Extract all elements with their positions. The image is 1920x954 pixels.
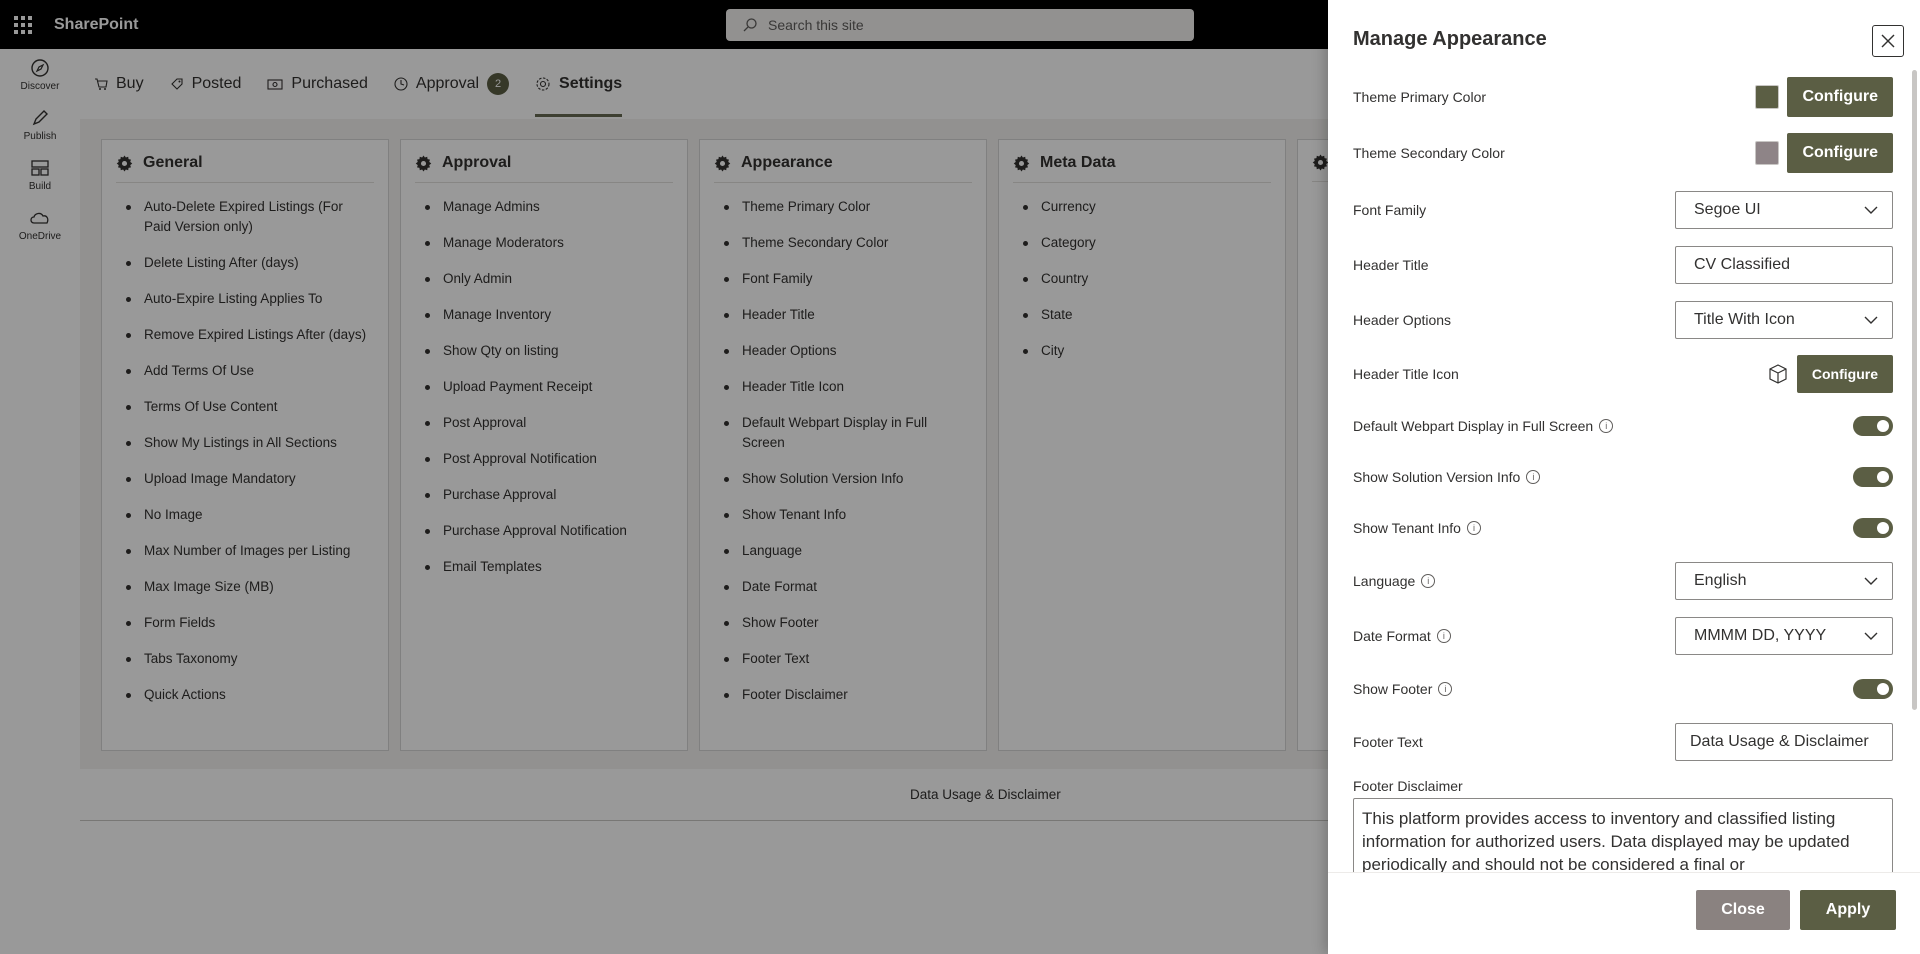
version-info-toggle[interactable]	[1853, 467, 1893, 487]
language-dropdown[interactable]: English	[1675, 562, 1893, 600]
manage-appearance-panel: Manage Appearance Theme Primary Color Co…	[1328, 0, 1920, 954]
row-theme-primary-color: Theme Primary Color Configure	[1353, 70, 1893, 124]
field-label: Header Title	[1353, 257, 1429, 273]
row-date-format: Date Format i MMMM DD, YYYY	[1353, 608, 1893, 664]
field-label: Show Footer	[1353, 681, 1433, 697]
field-label: Theme Primary Color	[1353, 89, 1487, 105]
field-label: Show Solution Version Info	[1353, 469, 1521, 485]
row-fullscreen: Default Webpart Display in Full Screen i	[1353, 400, 1893, 452]
secondary-color-swatch[interactable]	[1755, 141, 1780, 165]
info-icon[interactable]: i	[1526, 470, 1541, 484]
field-label: Footer Text	[1353, 734, 1423, 750]
field-label: Footer Disclaimer	[1353, 778, 1463, 794]
field-label: Header Options	[1353, 312, 1452, 328]
date-format-dropdown[interactable]: MMMM DD, YYYY	[1675, 617, 1893, 655]
info-icon[interactable]: i	[1421, 574, 1436, 588]
configure-secondary-color-button[interactable]: Configure	[1787, 133, 1893, 173]
field-label: Language	[1353, 573, 1416, 589]
dropdown-value: English	[1694, 572, 1747, 589]
field-label: Date Format	[1353, 628, 1431, 644]
chevron-down-icon	[1864, 316, 1878, 324]
configure-primary-color-button[interactable]: Configure	[1787, 77, 1893, 117]
chevron-down-icon	[1864, 632, 1878, 640]
dropdown-value: Title With Icon	[1694, 311, 1795, 328]
row-header-title: Header Title CV Classified	[1353, 238, 1893, 292]
row-header-options: Header Options Title With Icon	[1353, 292, 1893, 348]
row-theme-secondary-color: Theme Secondary Color Configure	[1353, 124, 1893, 182]
info-icon[interactable]: i	[1599, 419, 1614, 433]
field-label: Theme Secondary Color	[1353, 145, 1505, 161]
dropdown-value: Segoe UI	[1694, 201, 1761, 218]
panel-body: Theme Primary Color Configure Theme Seco…	[1353, 70, 1893, 872]
footer-disclaimer-textarea[interactable]: This platform provides access to invento…	[1353, 798, 1893, 872]
cube-icon	[1769, 364, 1787, 384]
chevron-down-icon	[1864, 206, 1878, 214]
close-button[interactable]: Close	[1696, 890, 1790, 930]
row-font-family: Font Family Segoe UI	[1353, 182, 1893, 238]
row-language: Language i English	[1353, 554, 1893, 608]
info-icon[interactable]: i	[1436, 629, 1451, 643]
header-options-dropdown[interactable]: Title With Icon	[1675, 301, 1893, 339]
field-label: Show Tenant Info	[1353, 520, 1461, 536]
row-tenant-info: Show Tenant Info i	[1353, 502, 1893, 554]
configure-header-icon-button[interactable]: Configure	[1796, 355, 1893, 393]
primary-color-swatch[interactable]	[1755, 85, 1780, 109]
info-icon[interactable]: i	[1466, 521, 1481, 535]
field-label: Header Title Icon	[1353, 366, 1459, 382]
row-version-info: Show Solution Version Info i	[1353, 452, 1893, 502]
scroll-thumb[interactable]	[1912, 70, 1917, 710]
apply-button[interactable]: Apply	[1800, 890, 1896, 930]
close-icon	[1881, 34, 1895, 48]
field-label: Default Webpart Display in Full Screen	[1353, 418, 1594, 434]
modal-overlay[interactable]	[0, 0, 1328, 954]
row-footer-disclaimer: Footer Disclaimer This platform provides…	[1353, 778, 1893, 872]
panel-footer: Close Apply	[1328, 872, 1920, 954]
info-icon[interactable]: i	[1438, 682, 1453, 696]
footer-text-input[interactable]: Data Usage & Disclaimer	[1675, 723, 1893, 761]
row-header-title-icon: Header Title Icon Configure	[1353, 348, 1893, 400]
show-footer-toggle[interactable]	[1853, 679, 1893, 699]
panel-close-button[interactable]	[1872, 25, 1904, 57]
dropdown-value: MMMM DD, YYYY	[1694, 627, 1827, 644]
fullscreen-toggle[interactable]	[1853, 416, 1893, 436]
panel-scrollbar[interactable]	[1912, 70, 1918, 790]
panel-title: Manage Appearance	[1353, 28, 1547, 50]
field-label: Font Family	[1353, 202, 1427, 218]
header-title-input[interactable]: CV Classified	[1675, 246, 1893, 284]
font-family-dropdown[interactable]: Segoe UI	[1675, 191, 1893, 229]
chevron-down-icon	[1864, 577, 1878, 585]
row-show-footer: Show Footer i	[1353, 664, 1893, 714]
tenant-info-toggle[interactable]	[1853, 518, 1893, 538]
row-footer-text: Footer Text Data Usage & Disclaimer	[1353, 714, 1893, 770]
